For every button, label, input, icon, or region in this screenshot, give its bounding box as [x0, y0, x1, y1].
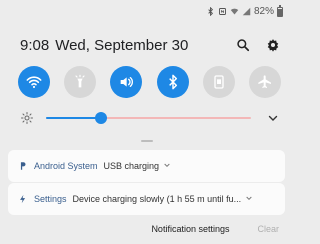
notification-shade: 82% 9:08 Wed, September 30 Android Syste…: [0, 0, 293, 244]
airplane-icon: [257, 74, 273, 90]
brightness-slider[interactable]: [46, 112, 251, 124]
volume-icon: [118, 74, 134, 90]
sun-icon: [20, 111, 34, 125]
bluetooth-icon: [206, 7, 215, 16]
notification-card[interactable]: Settings Device charging slowly (1 h 55 …: [8, 183, 285, 215]
date: Wed, September 30: [55, 36, 189, 54]
brightness-control: [20, 110, 279, 126]
clock-time: 9:08: [20, 36, 50, 54]
android-system-icon: [18, 161, 28, 171]
notification-row: Android System USB charging: [8, 150, 285, 182]
chevron-down-icon: [267, 112, 279, 124]
notification-expand-icon[interactable]: [245, 194, 253, 204]
battery-icon: [277, 4, 283, 17]
wifi-icon: [230, 7, 239, 16]
bluetooth-icon: [165, 74, 181, 90]
battery-percentage: 82%: [253, 6, 274, 17]
quick-settings-toggles: [18, 66, 281, 100]
settings-button[interactable]: [265, 37, 281, 53]
airplane-toggle[interactable]: [248, 66, 281, 98]
portrait-toggle[interactable]: [202, 66, 235, 98]
header-actions: [235, 37, 281, 53]
search-icon: [236, 38, 250, 52]
brightness-slider-thumb[interactable]: [95, 112, 108, 124]
search-button[interactable]: [235, 37, 251, 53]
notification-row: Settings Device charging slowly (1 h 55 …: [8, 183, 285, 215]
status-bar: 82%: [0, 0, 293, 24]
brightness-fill: [46, 117, 102, 119]
notification-app-name: Android System: [34, 161, 98, 171]
bluetooth-toggle[interactable]: [156, 66, 189, 98]
notification-text: USB charging: [103, 161, 160, 171]
wifi-toggle[interactable]: [18, 66, 50, 98]
notification-card[interactable]: Android System USB charging: [8, 150, 285, 182]
notification-footer: Notification settings Clear: [0, 218, 293, 240]
flashlight-toggle[interactable]: [64, 66, 97, 98]
clear-button[interactable]: Clear: [257, 224, 279, 234]
charging-bolt-icon: [18, 194, 28, 204]
status-icons: 82%: [206, 4, 283, 17]
signal-icon: [242, 7, 251, 16]
notification-text: Device charging slowly (1 h 55 m until f…: [72, 194, 242, 204]
settings-gear-icon: [266, 38, 280, 52]
header: 9:08 Wed, September 30: [20, 34, 281, 56]
flashlight-icon: [72, 74, 88, 90]
wifi-icon: [26, 74, 42, 90]
brightness-expand-button[interactable]: [267, 112, 279, 124]
notification-app-name: Settings: [34, 194, 67, 204]
drag-handle[interactable]: [140, 140, 153, 142]
nfc-icon: [218, 7, 227, 16]
portrait-lock-icon: [211, 74, 227, 90]
sound-toggle[interactable]: [110, 66, 143, 98]
notification-expand-icon[interactable]: [163, 161, 171, 171]
notification-settings-button[interactable]: Notification settings: [151, 224, 229, 234]
